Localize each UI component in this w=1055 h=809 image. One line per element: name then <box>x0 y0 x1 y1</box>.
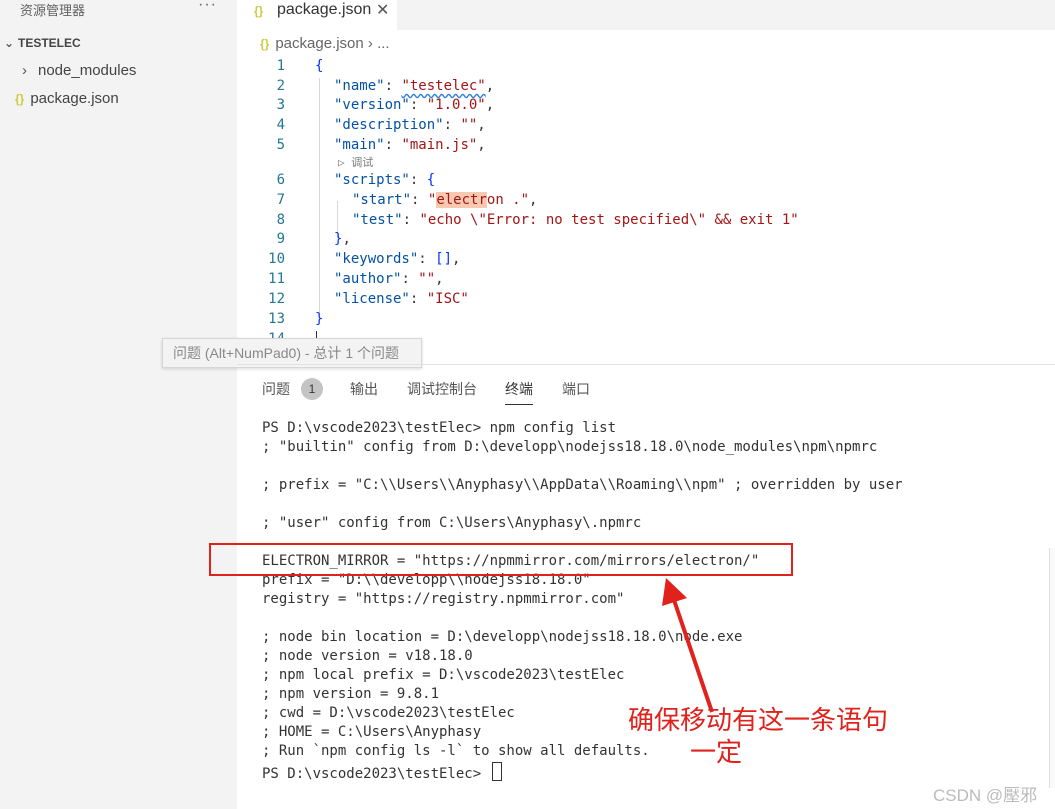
tab-label: package.json <box>277 1 372 18</box>
code-line: "name": "testelec", <box>334 78 495 94</box>
play-icon: ▷ <box>338 156 345 169</box>
line-number: 7 <box>276 192 285 208</box>
code-editor[interactable]: 1 { 2 "name": "testelec", 3 "version": "1.0… <box>237 58 1055 349</box>
tab-output[interactable]: 输出 <box>350 379 378 399</box>
terminal-line: ; npm local prefix = D:\vscode2023\testE… <box>262 667 625 683</box>
explorer-sidebar: 资源管理器 ··· ⌄ TESTELEC › node_modules {} pack… <box>0 0 237 809</box>
highlight-box <box>209 543 793 576</box>
terminal-line: ; npm version = 9.8.1 <box>262 686 440 702</box>
code-line: "description": "", <box>334 117 486 133</box>
code-line: "test": "echo \"Error: no test specified… <box>352 212 799 228</box>
tree-item-label: node_modules <box>38 62 137 79</box>
watermark: CSDN @壓邪 <box>933 786 1038 805</box>
breadcrumb-rest[interactable]: ... <box>377 35 390 52</box>
line-number: 6 <box>276 172 285 188</box>
json-braces-icon: {} <box>260 37 270 51</box>
tab-debug-console[interactable]: 调试控制台 <box>407 379 477 399</box>
annotation-text-2: 一定 <box>690 737 743 767</box>
code-line: "scripts": { <box>334 172 436 188</box>
code-line: "version": "1.0.0", <box>334 97 495 113</box>
tree-item-label: package.json <box>30 90 119 107</box>
json-braces-icon: {} <box>254 4 264 18</box>
terminal-cursor <box>491 762 502 781</box>
terminal-line: ; cwd = D:\vscode2023\testElec <box>262 705 515 721</box>
indent-guide <box>319 78 320 316</box>
scrollbar[interactable] <box>1049 548 1055 788</box>
terminal-line: ; node bin location = D:\developp\nodejs… <box>262 629 743 645</box>
code-line: "author": "", <box>334 271 444 287</box>
folder-label: TESTELEC <box>18 36 81 50</box>
tab-problems[interactable]: 问题 <box>262 379 290 399</box>
close-icon[interactable]: ✕ <box>376 0 389 20</box>
terminal-line: PS D:\vscode2023\testElec> npm config li… <box>262 420 617 436</box>
terminal-line: ; Run `npm config ls -l` to show all def… <box>262 743 650 759</box>
editor-tab-bar: {} package.json ✕ <box>237 0 1055 30</box>
line-number: 12 <box>268 291 285 307</box>
code-line: }, <box>334 231 351 247</box>
tab-ports[interactable]: 端口 <box>562 379 590 399</box>
terminal-prompt: PS D:\vscode2023\testElec> <box>262 766 490 782</box>
highlighted-text: electr <box>436 192 487 208</box>
line-number: 3 <box>276 97 285 113</box>
line-number: 10 <box>268 251 285 267</box>
code-line: } <box>315 311 324 327</box>
line-number: 2 <box>276 78 285 94</box>
tree-item-node-modules[interactable]: › node_modules <box>22 62 136 79</box>
chevron-down-icon: ⌄ <box>4 36 15 50</box>
chevron-right-icon: › <box>22 62 27 79</box>
codelens-label: 调试 <box>351 156 374 169</box>
explorer-title: 资源管理器 <box>20 3 86 18</box>
terminal-line: ; "user" config from C:\Users\Anyphasy\.… <box>262 515 642 531</box>
more-actions-icon[interactable]: ··· <box>198 0 217 14</box>
line-number: 4 <box>276 117 285 133</box>
breadcrumb[interactable]: {} package.json › ... <box>260 35 390 52</box>
tab-terminal[interactable]: 终端 <box>505 379 533 405</box>
breadcrumb-separator: › <box>367 35 373 52</box>
code-line: "license": "ISC" <box>334 291 469 307</box>
line-number: 11 <box>268 271 285 287</box>
json-braces-icon: {} <box>15 92 25 106</box>
terminal-prompt-line: PS D:\vscode2023\testElec> <box>262 762 502 782</box>
line-number: 13 <box>268 311 285 327</box>
debug-codelens[interactable]: ▷ 调试 <box>338 154 373 170</box>
line-number: 5 <box>276 137 285 153</box>
code-line: "keywords": [], <box>334 251 461 267</box>
tree-item-package-json[interactable]: {} package.json <box>15 90 119 107</box>
terminal-line: ; prefix = "C:\\Users\\Anyphasy\\AppData… <box>262 477 903 493</box>
terminal-line: registry = "https://registry.npmmirror.c… <box>262 591 625 607</box>
folder-testelec[interactable]: ⌄ TESTELEC <box>4 36 81 50</box>
terminal-line: ; "builtin" config from D:\developp\node… <box>262 439 878 455</box>
terminal-line: ; node version = v18.18.0 <box>262 648 473 664</box>
line-number: 8 <box>276 212 285 228</box>
code-line: { <box>315 58 324 74</box>
panel-divider <box>237 364 1055 365</box>
line-number: 1 <box>276 58 285 74</box>
code-line: "main": "main.js", <box>334 137 486 153</box>
terminal-line: ; HOME = C:\Users\Anyphasy <box>262 724 482 740</box>
annotation-text: 确保移动有这一条语句 <box>628 705 889 735</box>
line-number: 9 <box>276 231 285 247</box>
code-line: "start": "electron .", <box>352 192 538 208</box>
breadcrumb-file[interactable]: package.json <box>275 35 363 52</box>
problems-count-badge: 1 <box>301 378 323 400</box>
tab-package-json[interactable]: {} package.json ✕ <box>237 0 397 30</box>
